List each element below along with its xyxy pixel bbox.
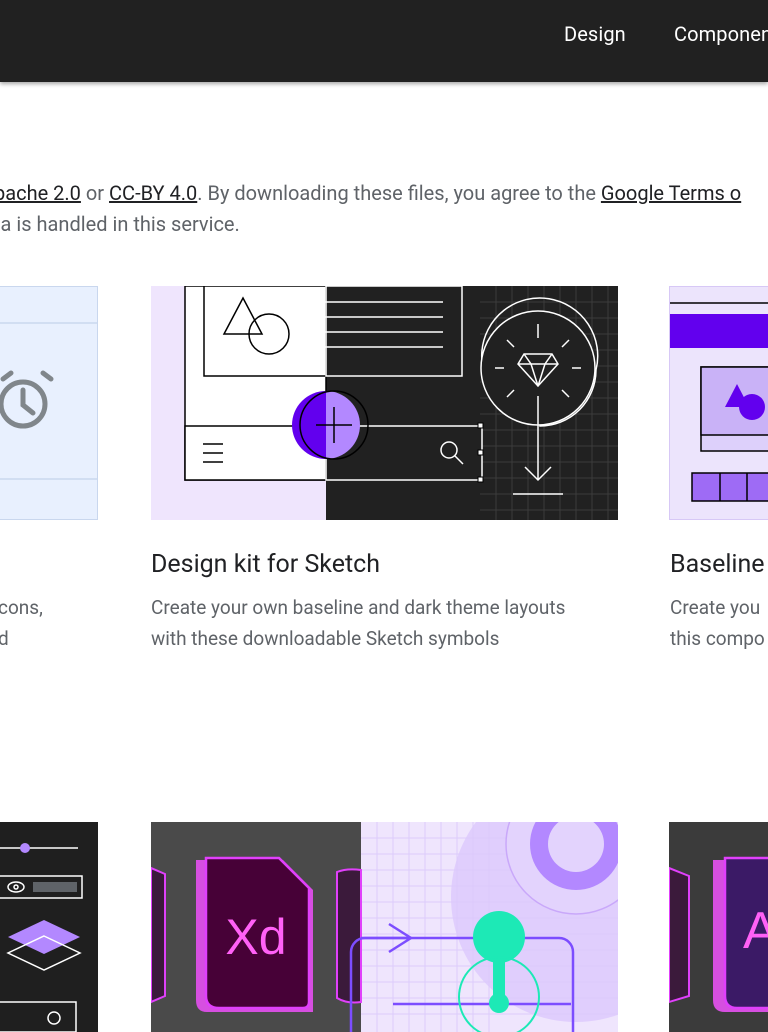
card-sketch-description: Create your own baseline and dark theme … [151,592,565,654]
card-icons-description: cons, d [0,592,43,654]
card-thumbnail-adobe-xd[interactable]: Xd [151,822,618,1032]
ai-label: A [743,902,768,960]
license-line-2: ta is handled in this service. [0,212,240,236]
xd-label: Xd [225,909,286,965]
ccby-license-link[interactable]: CC-BY 4.0 [109,181,197,205]
card-sketch-description-line-1: Create your own baseline and dark theme … [151,596,566,619]
license-text-or: or [80,181,110,205]
alarm-illustration [0,322,97,480]
google-terms-link[interactable]: Google Terms o [601,181,741,205]
eye-icon [7,881,25,893]
card-baseline-description: Create you this compo [670,592,765,654]
card-icons-description-line-1: cons, [0,596,43,619]
card-thumbnail-icons[interactable] [0,286,98,520]
figma-illustration [0,843,83,1032]
license-line-1: pache 2.0 or CC-BY 4.0. By downloading t… [0,178,768,209]
alarm-clock-icon [0,370,54,429]
nav-link-components[interactable]: Components [674,22,768,46]
card-baseline-description-line-2: this compo [670,627,765,650]
license-text: pache 2.0 or CC-BY 4.0. By downloading t… [0,178,768,240]
card-baseline-description-line-1: Create you [670,596,761,619]
adobe-xd-illustration: Xd [151,822,618,1032]
card-sketch-description-line-2: with these downloadable Sketch symbols [151,627,500,650]
card-thumbnail-baseline[interactable] [669,286,768,520]
sketch-kit-illustration [151,286,618,520]
card-thumbnail-figma[interactable] [0,822,98,1032]
card-baseline-title[interactable]: Baseline [670,550,765,579]
card-icons-description-line-2: d [0,627,9,650]
license-text-middle: . By downloading these files, you agree … [197,181,601,205]
apache-license-link[interactable]: pache 2.0 [0,181,81,205]
top-app-bar: Design Components [0,0,768,82]
card-thumbnail-sketch-kit[interactable] [151,286,618,520]
nav-link-design[interactable]: Design [564,22,626,46]
search-icon [47,1011,61,1025]
card-sketch-title[interactable]: Design kit for Sketch [151,550,380,579]
adobe-illustrator-illustration: A [669,856,768,1012]
card-thumbnail-adobe-illustrator[interactable]: A [669,822,768,1032]
baseline-illustration [670,302,768,502]
